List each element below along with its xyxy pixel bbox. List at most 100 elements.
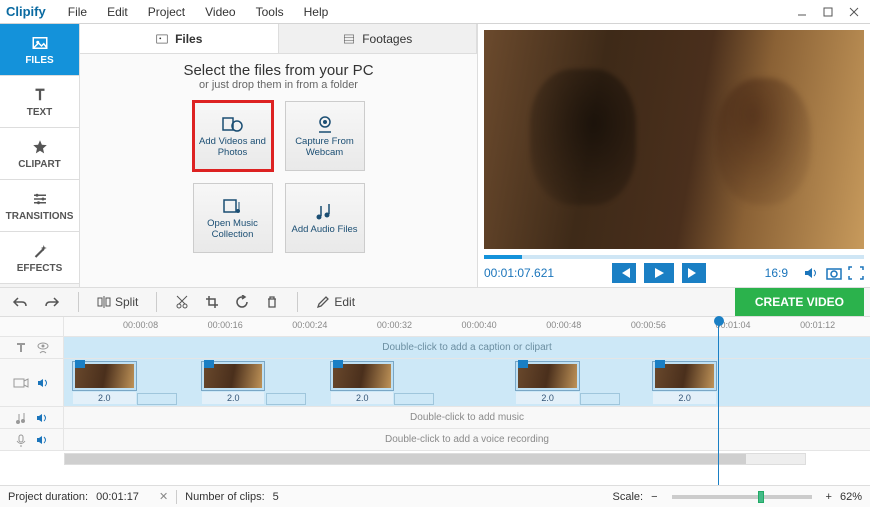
side-tab-files[interactable]: FILES bbox=[0, 24, 79, 76]
aspect-ratio[interactable]: 16:9 bbox=[765, 266, 788, 280]
timeline-scrollbar[interactable] bbox=[64, 453, 806, 465]
video-lane[interactable]: 2.0 2.0 2.0 2.0 2.0 bbox=[64, 359, 870, 406]
side-tab-text[interactable]: TEXT bbox=[0, 76, 79, 128]
side-tab-clipart-label: CLIPART bbox=[18, 159, 61, 170]
snapshot-icon[interactable] bbox=[826, 266, 842, 280]
music-icon bbox=[14, 411, 28, 425]
transition-block[interactable] bbox=[394, 393, 434, 405]
file-hint-title: Select the files from your PC bbox=[80, 62, 477, 79]
ruler-tick: 00:00:32 bbox=[377, 320, 412, 330]
prev-button[interactable] bbox=[612, 263, 636, 283]
ruler-tick: 00:00:08 bbox=[123, 320, 158, 330]
menu-project[interactable]: Project bbox=[140, 3, 193, 21]
voice-track: Double-click to add a voice recording bbox=[0, 429, 870, 451]
transition-block[interactable] bbox=[580, 393, 620, 405]
webcam-icon bbox=[313, 114, 337, 134]
video-clip[interactable]: 2.0 bbox=[515, 361, 579, 391]
undo-button[interactable] bbox=[6, 292, 34, 312]
play-button[interactable] bbox=[644, 263, 674, 283]
voice-lane[interactable]: Double-click to add a voice recording bbox=[64, 429, 870, 450]
preview-panel: 00:01:07.621 16:9 bbox=[478, 24, 870, 287]
add-audio-button[interactable]: Add Audio Files bbox=[285, 183, 365, 253]
files-tab[interactable]: Files bbox=[80, 24, 279, 53]
side-tabs: FILES TEXT CLIPART TRANSITIONS EFFECTS bbox=[0, 24, 80, 287]
open-music-button[interactable]: Open Music Collection bbox=[193, 183, 273, 253]
sliders-icon bbox=[31, 190, 49, 208]
maximize-button[interactable] bbox=[816, 3, 840, 21]
transition-block[interactable] bbox=[137, 393, 177, 405]
menu-file[interactable]: File bbox=[60, 3, 95, 21]
text-icon bbox=[31, 86, 49, 104]
menu-help[interactable]: Help bbox=[296, 3, 337, 21]
film-icon bbox=[342, 32, 356, 46]
files-tab-label: Files bbox=[175, 32, 202, 46]
volume-icon[interactable] bbox=[36, 433, 50, 447]
ruler-tick: 00:01:12 bbox=[800, 320, 835, 330]
duration-value: 00:01:17 bbox=[96, 491, 139, 503]
footages-tab-label: Footages bbox=[362, 32, 412, 46]
visibility-icon[interactable] bbox=[36, 341, 50, 355]
add-videos-photos-button[interactable]: Add Videos and Photos bbox=[193, 101, 273, 171]
timeline: 00:00:08 00:00:16 00:00:24 00:00:32 00:0… bbox=[0, 317, 870, 485]
audio-files-icon bbox=[313, 202, 337, 222]
ruler-tick: 00:00:16 bbox=[208, 320, 243, 330]
music-collection-icon bbox=[221, 196, 245, 216]
rotate-button[interactable] bbox=[229, 292, 255, 312]
video-clip[interactable]: 2.0 bbox=[201, 361, 265, 391]
fullscreen-icon[interactable] bbox=[848, 266, 864, 280]
create-video-button[interactable]: CREATE VIDEO bbox=[735, 288, 864, 316]
volume-icon[interactable] bbox=[804, 266, 820, 280]
side-tab-transitions[interactable]: TRANSITIONS bbox=[0, 180, 79, 232]
side-tab-effects-label: EFFECTS bbox=[17, 263, 63, 274]
video-clip[interactable]: 2.0 bbox=[652, 361, 716, 391]
duration-label: Project duration: bbox=[8, 491, 88, 503]
menu-tools[interactable]: Tools bbox=[248, 3, 292, 21]
side-tab-effects[interactable]: EFFECTS bbox=[0, 232, 79, 284]
delete-button[interactable] bbox=[259, 292, 285, 312]
file-hint-sub: or just drop them in from a folder bbox=[80, 79, 477, 91]
side-tab-clipart[interactable]: CLIPART bbox=[0, 128, 79, 180]
wand-icon bbox=[31, 242, 49, 260]
scale-label: Scale: bbox=[613, 491, 644, 503]
clips-label: Number of clips: bbox=[185, 491, 264, 503]
menu-edit[interactable]: Edit bbox=[99, 3, 136, 21]
close-button[interactable] bbox=[842, 3, 866, 21]
status-bar: Project duration: 00:01:17 ✕ Number of c… bbox=[0, 485, 870, 507]
image-icon bbox=[31, 34, 49, 52]
audio-lane[interactable]: Double-click to add music bbox=[64, 407, 870, 428]
mic-icon bbox=[14, 433, 28, 447]
split-button[interactable]: Split bbox=[91, 292, 144, 312]
capture-webcam-button[interactable]: Capture From Webcam bbox=[285, 101, 365, 171]
caption-lane[interactable]: Double-click to add a caption or clipart bbox=[64, 337, 870, 358]
file-hint: Select the files from your PC or just dr… bbox=[80, 54, 477, 95]
zoom-in-button[interactable]: + bbox=[826, 491, 832, 503]
volume-icon[interactable] bbox=[36, 411, 50, 425]
minimize-button[interactable] bbox=[790, 3, 814, 21]
title-bar: Clipify File Edit Project Video Tools He… bbox=[0, 0, 870, 24]
next-button[interactable] bbox=[682, 263, 706, 283]
clips-value: 5 bbox=[273, 491, 279, 503]
scale-slider[interactable] bbox=[672, 495, 812, 499]
time-ruler[interactable]: 00:00:08 00:00:16 00:00:24 00:00:32 00:0… bbox=[0, 317, 870, 337]
footages-tab[interactable]: Footages bbox=[279, 24, 478, 53]
transition-block[interactable] bbox=[266, 393, 306, 405]
preview-video[interactable] bbox=[484, 30, 864, 249]
cancel-icon[interactable]: ✕ bbox=[159, 490, 168, 503]
preview-seekbar[interactable] bbox=[484, 255, 864, 259]
ruler-tick: 00:00:40 bbox=[462, 320, 497, 330]
menu-video[interactable]: Video bbox=[197, 3, 243, 21]
edit-button[interactable]: Edit bbox=[310, 292, 361, 312]
scale-value: 62% bbox=[840, 491, 862, 503]
volume-icon[interactable] bbox=[37, 376, 51, 390]
side-tab-text-label: TEXT bbox=[27, 107, 53, 118]
crop-button[interactable] bbox=[199, 292, 225, 312]
ruler-tick: 00:00:48 bbox=[546, 320, 581, 330]
redo-button[interactable] bbox=[38, 292, 66, 312]
timeline-toolbar: Split Edit CREATE VIDEO bbox=[0, 287, 870, 317]
ruler-tick: 00:01:04 bbox=[715, 320, 750, 330]
video-clip[interactable]: 2.0 bbox=[330, 361, 394, 391]
zoom-out-button[interactable]: − bbox=[651, 491, 657, 503]
cut-button[interactable] bbox=[169, 292, 195, 312]
main-menu: File Edit Project Video Tools Help bbox=[60, 3, 337, 21]
video-clip[interactable]: 2.0 bbox=[72, 361, 136, 391]
